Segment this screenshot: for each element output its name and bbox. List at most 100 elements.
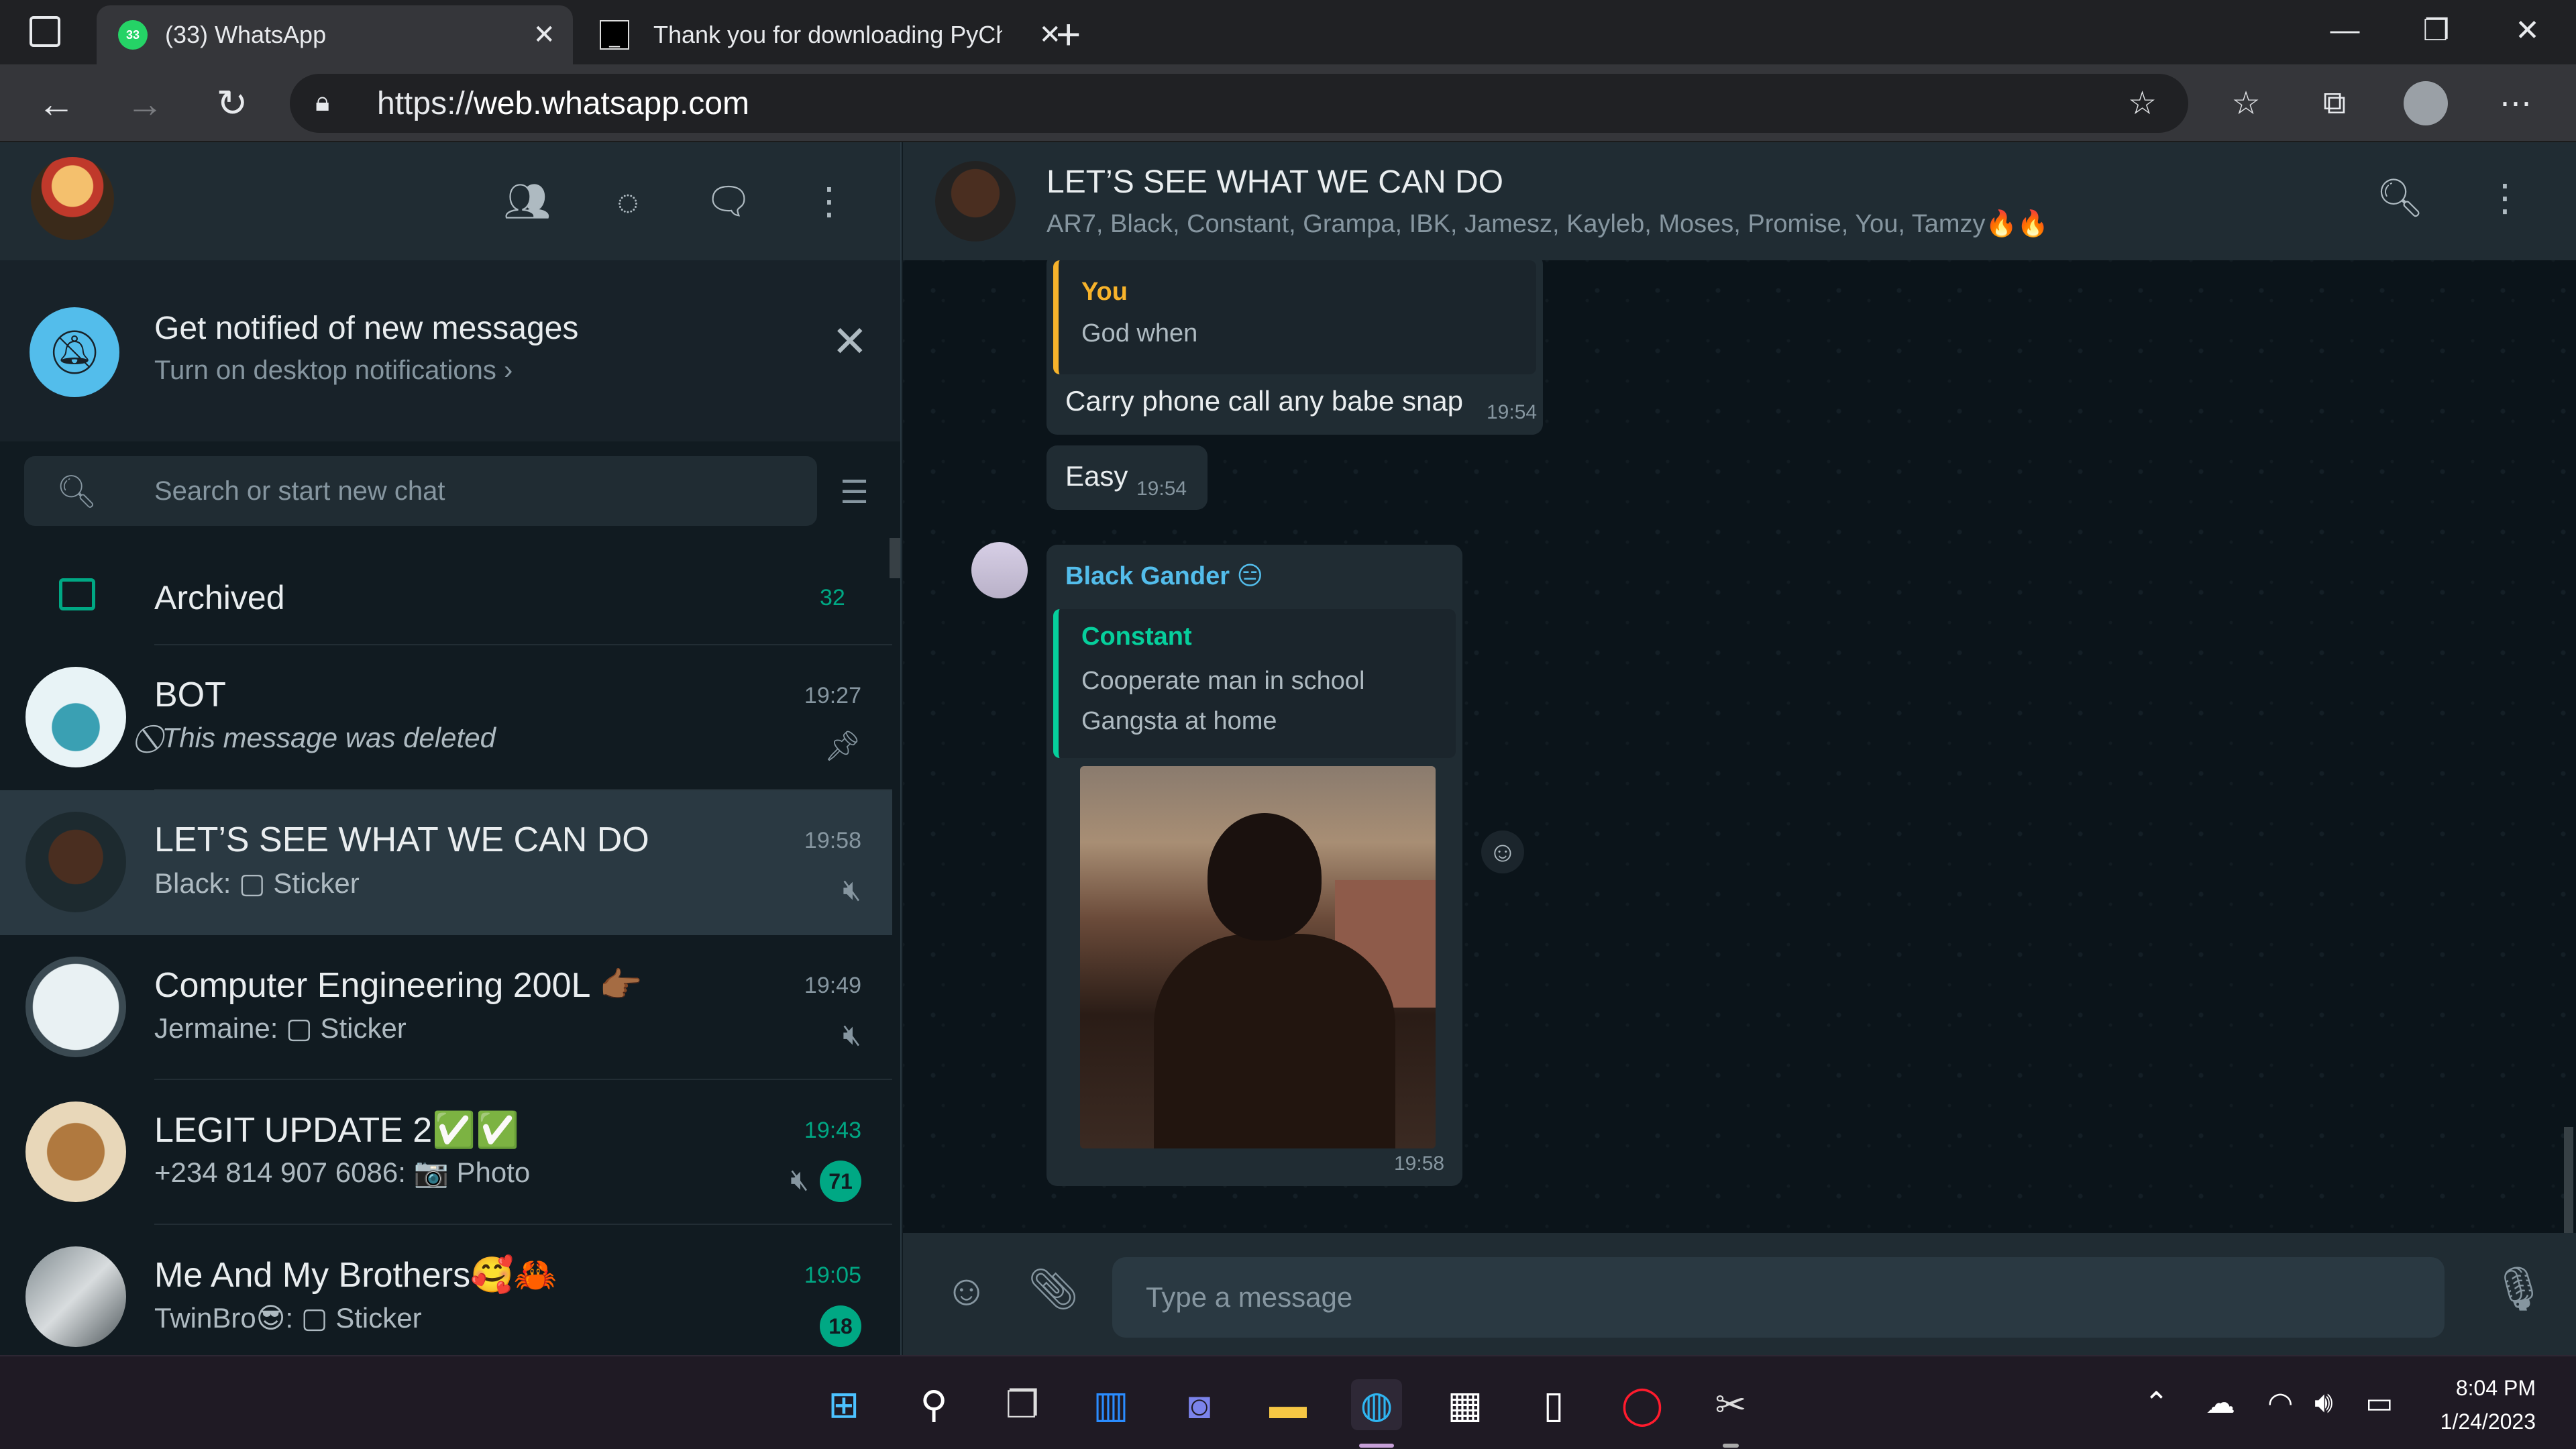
group-avatar[interactable]	[935, 161, 1016, 241]
chat-row[interactable]: Me And My Brothers🥰🦀 TwinBro😎: ▢ Sticker…	[0, 1225, 892, 1355]
emoji-icon[interactable]: ☺	[945, 1265, 988, 1315]
message-text: Carry phone call any babe snap	[1065, 385, 1464, 417]
address-bar[interactable]: 🔒︎ https://web.whatsapp.com ☆	[290, 74, 2188, 133]
battery-icon[interactable]: ▭	[2365, 1386, 2394, 1420]
quote-text: Gangsta at home	[1081, 707, 1277, 735]
chat-time: 19:58	[804, 828, 861, 853]
archive-icon	[59, 578, 95, 610]
unread-badge: 71	[820, 1161, 861, 1202]
quoted-message[interactable]: You God when	[1053, 260, 1536, 374]
minimize-button[interactable]: —	[2300, 0, 2390, 60]
status-icon[interactable]: ◌	[601, 174, 655, 228]
search-input[interactable]	[154, 470, 798, 513]
new-tab-button[interactable]: +	[1056, 9, 1081, 59]
tab-close-icon[interactable]: ✕	[533, 19, 555, 50]
favorites-icon[interactable]: ☆	[2219, 82, 2273, 125]
message-bubble[interactable]: Black Gander 😑 Constant Cooperate man in…	[1046, 545, 1462, 1186]
search-icon[interactable]: ⚲	[908, 1379, 959, 1430]
chat-name: Me And My Brothers🥰🦀	[154, 1256, 557, 1295]
windows-start-icon[interactable]: ⊞	[818, 1379, 869, 1430]
edge-browser-icon[interactable]: ◍	[1351, 1379, 1402, 1430]
widgets-icon[interactable]: ▥	[1085, 1379, 1136, 1430]
filter-icon[interactable]: ☰	[840, 474, 869, 511]
browser-tab-bar: 33 (33) WhatsApp ✕ _ Thank you for downl…	[0, 0, 2576, 64]
lock-icon[interactable]: 🔒︎	[315, 87, 329, 117]
file-explorer-icon[interactable]: ▬	[1263, 1379, 1313, 1430]
refresh-icon[interactable]: ↻	[205, 79, 259, 127]
conversation-header[interactable]: LET’S SEE WHAT WE CAN DO AR7, Black, Con…	[903, 142, 2576, 260]
teams-chat-icon[interactable]: ◙	[1174, 1379, 1225, 1430]
menu-icon[interactable]: ⋮	[2486, 176, 2524, 220]
message-text: Easy	[1065, 460, 1128, 492]
archived-row[interactable]: Archived 32	[0, 545, 892, 645]
tab-title: (33) WhatsApp	[165, 21, 327, 48]
chat-row[interactable]: LET’S SEE WHAT WE CAN DO Black: ▢ Sticke…	[0, 790, 892, 935]
chat-last-message: Jermaine: ▢ Sticker	[154, 1012, 407, 1044]
muted-icon: 🔇︎	[843, 1018, 861, 1051]
chat-name: BOT	[154, 676, 226, 714]
task-view-icon[interactable]: ❐	[997, 1379, 1048, 1430]
avatar	[25, 1246, 126, 1347]
notification-banner	[0, 260, 900, 441]
chat-name: LEGIT UPDATE 2✅✅	[154, 1111, 519, 1150]
message-bubble[interactable]: Easy 19:54	[1046, 445, 1208, 510]
quoted-message[interactable]: Constant Cooperate man in school Gangsta…	[1053, 609, 1456, 758]
scrollbar[interactable]	[890, 538, 900, 578]
menu-icon[interactable]: ⋮	[802, 174, 856, 228]
react-emoji-icon[interactable]: ☺	[1481, 830, 1524, 873]
chat-last-message: ⃠ This message was deleted	[154, 722, 496, 753]
back-arrow-icon[interactable]: ←	[30, 79, 83, 127]
left-header: 👥︎ ◌ 🗨︎ ⋮	[0, 142, 900, 260]
tab-whatsapp[interactable]: 33 (33) WhatsApp ✕	[97, 5, 573, 64]
volume-icon[interactable]: 🔊︎	[2314, 1386, 2333, 1419]
chat-name: Computer Engineering 200L 👉🏾	[154, 966, 643, 1005]
chat-row[interactable]: BOT ⃠ This message was deleted 19:27 📌︎	[0, 645, 892, 790]
notification-title: Get notified of new messages	[154, 311, 579, 346]
composer-bar: ☺ 📎︎ 🎙︎	[903, 1233, 2576, 1355]
sender-name[interactable]: Black Gander 😑	[1065, 561, 1263, 591]
chat-last-message: TwinBro😎: ▢ Sticker	[154, 1302, 422, 1334]
store-icon[interactable]: ▦	[1440, 1379, 1491, 1430]
add-favorite-icon[interactable]: ☆	[2128, 85, 2157, 122]
show-hidden-icons-icon[interactable]: ⌃	[2144, 1386, 2169, 1420]
forward-arrow-icon[interactable]: →	[118, 79, 172, 127]
my-avatar[interactable]	[31, 157, 114, 240]
message-time: 19:58	[1394, 1152, 1445, 1175]
close-icon[interactable]: ✕	[832, 317, 868, 367]
new-chat-icon[interactable]: 🗨︎	[702, 174, 755, 228]
settings-menu-icon[interactable]: ⋯	[2489, 82, 2542, 125]
chat-time: 19:05	[804, 1263, 861, 1288]
image-attachment[interactable]	[1080, 766, 1436, 1148]
search-icon[interactable]: 🔍︎	[2376, 176, 2424, 220]
search-icon[interactable]: 🔍︎	[56, 472, 97, 511]
tab-actions-icon[interactable]	[30, 16, 60, 47]
opera-icon[interactable]: ◯	[1617, 1379, 1668, 1430]
maximize-button[interactable]: ❐	[2391, 0, 2481, 60]
unread-badge: 18	[820, 1305, 861, 1347]
collections-icon[interactable]: ⧉	[2308, 82, 2361, 125]
message-bubble[interactable]: You God when Carry phone call any babe s…	[1046, 254, 1543, 435]
community-icon[interactable]: 👥︎	[500, 174, 554, 228]
taskbar: ⊞ ⚲ ❐ ▥ ◙ ▬ ◍ ▦ ▯ ◯ ✂ ⌃ ☁ ◠ 🔊︎ ▭ 8:04 PM…	[0, 1355, 2576, 1449]
profile-icon[interactable]	[2399, 81, 2453, 125]
tab-pycharm-download[interactable]: _ Thank you for downloading PyCh ✕	[581, 5, 1061, 64]
snipping-tool-icon[interactable]: ✂	[1705, 1379, 1756, 1430]
enable-notifications-link[interactable]: Turn on desktop notifications ›	[154, 356, 513, 386]
chat-row[interactable]: Computer Engineering 200L 👉🏾 Jermaine: ▢…	[0, 935, 892, 1080]
chat-last-message: Black: ▢ Sticker	[154, 867, 360, 899]
sender-avatar[interactable]	[971, 542, 1028, 598]
clock[interactable]: 8:04 PM 1/24/2023	[2428, 1371, 2536, 1438]
message-input[interactable]	[1112, 1257, 2445, 1338]
microphone-icon[interactable]: 🎙︎	[2491, 1264, 2546, 1314]
onedrive-icon[interactable]: ☁	[2206, 1386, 2235, 1420]
notepad-icon[interactable]: ▯	[1528, 1379, 1579, 1430]
attach-icon[interactable]: 📎︎	[1028, 1265, 1079, 1313]
scrollbar[interactable]	[2564, 1127, 2573, 1234]
group-name: LET’S SEE WHAT WE CAN DO	[1046, 164, 1503, 200]
chat-row[interactable]: LEGIT UPDATE 2✅✅ +234 814 907 6086: 📷 Ph…	[0, 1080, 892, 1225]
active-app-indicator	[1359, 1444, 1394, 1448]
muted-icon: 🔇︎	[790, 1163, 809, 1196]
close-window-button[interactable]: ✕	[2482, 0, 2573, 60]
wifi-icon[interactable]: ◠	[2267, 1386, 2293, 1420]
url-text[interactable]: https://web.whatsapp.com	[377, 85, 749, 122]
